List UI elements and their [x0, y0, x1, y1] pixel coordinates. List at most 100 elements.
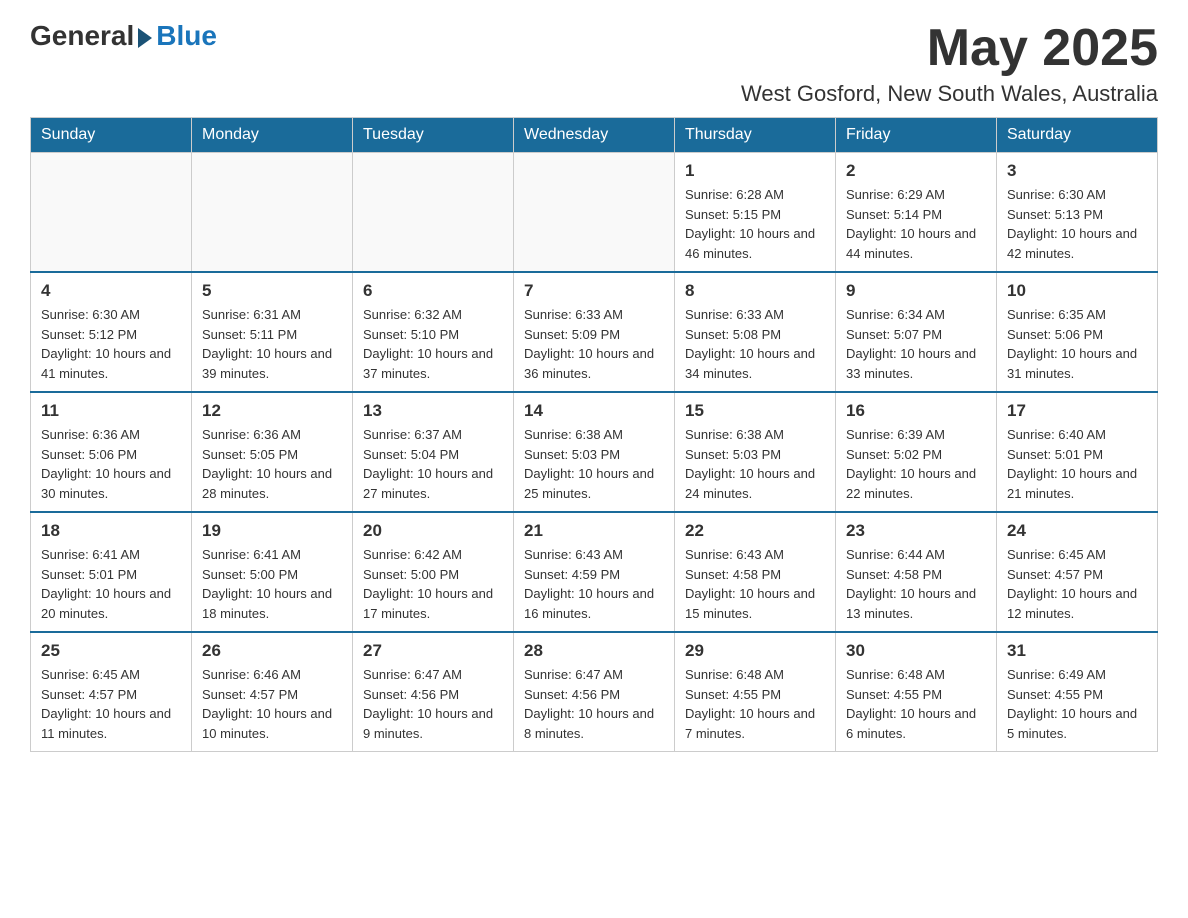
day-number: 10 — [1007, 281, 1147, 301]
day-number: 23 — [846, 521, 986, 541]
calendar-table: SundayMondayTuesdayWednesdayThursdayFrid… — [30, 117, 1158, 752]
day-number: 13 — [363, 401, 503, 421]
day-number: 26 — [202, 641, 342, 661]
calendar-week-row: 4 Sunrise: 6:30 AMSunset: 5:12 PMDaylight… — [31, 272, 1158, 392]
calendar-cell: 24Sunrise: 6:45 AMSunset: 4:57 PMDayligh… — [997, 512, 1158, 632]
title-section: May 2025 West Gosford, New South Wales, … — [741, 20, 1158, 107]
day-info: Sunrise: 6:48 AMSunset: 4:55 PMDaylight:… — [685, 665, 825, 743]
day-number: 21 — [524, 521, 664, 541]
day-number: 11 — [41, 401, 181, 421]
day-info: Sunrise: 6:39 AMSunset: 5:02 PMDaylight:… — [846, 425, 986, 503]
day-number: 27 — [363, 641, 503, 661]
calendar-cell: 25 Sunrise: 6:45 AMSunset: 4:57 PMDayligh… — [31, 632, 192, 752]
calendar-cell: 9 Sunrise: 6:34 AMSunset: 5:07 PMDaylight… — [836, 272, 997, 392]
calendar-week-row: 18 Sunrise: 6:41 AMSunset: 5:01 PMDayligh… — [31, 512, 1158, 632]
calendar-week-row: 25 Sunrise: 6:45 AMSunset: 4:57 PMDayligh… — [31, 632, 1158, 752]
day-number: 4 — [41, 281, 181, 301]
day-info: Sunrise: 6:38 AMSunset: 5:03 PMDaylight:… — [524, 425, 664, 503]
day-number: 29 — [685, 641, 825, 661]
calendar-cell: 10 Sunrise: 6:35 AMSunset: 5:06 PMDayligh… — [997, 272, 1158, 392]
day-number: 24 — [1007, 521, 1147, 541]
calendar-week-row: 11 Sunrise: 6:36 AMSunset: 5:06 PMDayligh… — [31, 392, 1158, 512]
calendar-cell: 14 Sunrise: 6:38 AMSunset: 5:03 PMDayligh… — [514, 392, 675, 512]
calendar-cell: 28Sunrise: 6:47 AMSunset: 4:56 PMDayligh… — [514, 632, 675, 752]
day-number: 31 — [1007, 641, 1147, 661]
calendar-cell: 21 Sunrise: 6:43 AMSunset: 4:59 PMDayligh… — [514, 512, 675, 632]
day-info: Sunrise: 6:44 AMSunset: 4:58 PMDaylight:… — [846, 545, 986, 623]
logo-arrow-icon — [138, 28, 152, 48]
day-number: 3 — [1007, 161, 1147, 181]
calendar-cell: 19Sunrise: 6:41 AMSunset: 5:00 PMDayligh… — [192, 512, 353, 632]
day-info: Sunrise: 6:32 AMSunset: 5:10 PMDaylight:… — [363, 305, 503, 383]
day-number: 22 — [685, 521, 825, 541]
day-number: 16 — [846, 401, 986, 421]
calendar-header-wednesday: Wednesday — [514, 118, 675, 153]
calendar-cell: 31Sunrise: 6:49 AMSunset: 4:55 PMDayligh… — [997, 632, 1158, 752]
day-number: 30 — [846, 641, 986, 661]
day-info: Sunrise: 6:36 AMSunset: 5:05 PMDaylight:… — [202, 425, 342, 503]
calendar-header-tuesday: Tuesday — [353, 118, 514, 153]
logo-general-text: General — [30, 20, 134, 52]
day-number: 1 — [685, 161, 825, 181]
day-info: Sunrise: 6:33 AMSunset: 5:09 PMDaylight:… — [524, 305, 664, 383]
calendar-cell: 5Sunrise: 6:31 AMSunset: 5:11 PMDaylight… — [192, 272, 353, 392]
calendar-header-row: SundayMondayTuesdayWednesdayThursdayFrid… — [31, 118, 1158, 153]
day-info: Sunrise: 6:41 AMSunset: 5:01 PMDaylight:… — [41, 545, 181, 623]
day-number: 15 — [685, 401, 825, 421]
calendar-header-friday: Friday — [836, 118, 997, 153]
day-number: 25 — [41, 641, 181, 661]
calendar-week-row: 1 Sunrise: 6:28 AMSunset: 5:15 PMDaylight… — [31, 153, 1158, 273]
calendar-cell: 27 Sunrise: 6:47 AMSunset: 4:56 PMDayligh… — [353, 632, 514, 752]
day-info: Sunrise: 6:35 AMSunset: 5:06 PMDaylight:… — [1007, 305, 1147, 383]
day-number: 17 — [1007, 401, 1147, 421]
day-info: Sunrise: 6:34 AMSunset: 5:07 PMDaylight:… — [846, 305, 986, 383]
day-info: Sunrise: 6:36 AMSunset: 5:06 PMDaylight:… — [41, 425, 181, 503]
day-number: 14 — [524, 401, 664, 421]
logo-blue-text: Blue — [156, 20, 217, 52]
page-header: General Blue May 2025 West Gosford, New … — [30, 20, 1158, 107]
day-info: Sunrise: 6:41 AMSunset: 5:00 PMDaylight:… — [202, 545, 342, 623]
calendar-cell: 8Sunrise: 6:33 AMSunset: 5:08 PMDaylight… — [675, 272, 836, 392]
location-title: West Gosford, New South Wales, Australia — [741, 81, 1158, 107]
day-info: Sunrise: 6:30 AMSunset: 5:13 PMDaylight:… — [1007, 185, 1147, 263]
day-number: 2 — [846, 161, 986, 181]
calendar-cell: 11 Sunrise: 6:36 AMSunset: 5:06 PMDayligh… — [31, 392, 192, 512]
calendar-cell: 18 Sunrise: 6:41 AMSunset: 5:01 PMDayligh… — [31, 512, 192, 632]
calendar-cell: 30 Sunrise: 6:48 AMSunset: 4:55 PMDayligh… — [836, 632, 997, 752]
calendar-cell — [514, 153, 675, 273]
day-info: Sunrise: 6:46 AMSunset: 4:57 PMDaylight:… — [202, 665, 342, 743]
calendar-cell: 22 Sunrise: 6:43 AMSunset: 4:58 PMDayligh… — [675, 512, 836, 632]
calendar-cell: 7 Sunrise: 6:33 AMSunset: 5:09 PMDaylight… — [514, 272, 675, 392]
calendar-cell: 16 Sunrise: 6:39 AMSunset: 5:02 PMDayligh… — [836, 392, 997, 512]
day-info: Sunrise: 6:43 AMSunset: 4:59 PMDaylight:… — [524, 545, 664, 623]
day-info: Sunrise: 6:28 AMSunset: 5:15 PMDaylight:… — [685, 185, 825, 263]
day-info: Sunrise: 6:29 AMSunset: 5:14 PMDaylight:… — [846, 185, 986, 263]
calendar-header-sunday: Sunday — [31, 118, 192, 153]
calendar-header-thursday: Thursday — [675, 118, 836, 153]
calendar-cell: 26 Sunrise: 6:46 AMSunset: 4:57 PMDayligh… — [192, 632, 353, 752]
day-number: 12 — [202, 401, 342, 421]
day-info: Sunrise: 6:40 AMSunset: 5:01 PMDaylight:… — [1007, 425, 1147, 503]
calendar-cell: 17 Sunrise: 6:40 AMSunset: 5:01 PMDayligh… — [997, 392, 1158, 512]
day-number: 18 — [41, 521, 181, 541]
day-info: Sunrise: 6:45 AMSunset: 4:57 PMDaylight:… — [41, 665, 181, 743]
day-info: Sunrise: 6:38 AMSunset: 5:03 PMDaylight:… — [685, 425, 825, 503]
day-info: Sunrise: 6:47 AMSunset: 4:56 PMDaylight:… — [363, 665, 503, 743]
day-number: 20 — [363, 521, 503, 541]
day-info: Sunrise: 6:33 AMSunset: 5:08 PMDaylight:… — [685, 305, 825, 383]
calendar-cell: 4 Sunrise: 6:30 AMSunset: 5:12 PMDaylight… — [31, 272, 192, 392]
calendar-cell — [31, 153, 192, 273]
month-title: May 2025 — [741, 20, 1158, 77]
day-info: Sunrise: 6:47 AMSunset: 4:56 PMDaylight:… — [524, 665, 664, 743]
day-number: 9 — [846, 281, 986, 301]
calendar-cell: 20Sunrise: 6:42 AMSunset: 5:00 PMDayligh… — [353, 512, 514, 632]
day-info: Sunrise: 6:37 AMSunset: 5:04 PMDaylight:… — [363, 425, 503, 503]
day-info: Sunrise: 6:30 AMSunset: 5:12 PMDaylight:… — [41, 305, 181, 383]
day-info: Sunrise: 6:43 AMSunset: 4:58 PMDaylight:… — [685, 545, 825, 623]
calendar-cell: 29 Sunrise: 6:48 AMSunset: 4:55 PMDayligh… — [675, 632, 836, 752]
calendar-cell: 15 Sunrise: 6:38 AMSunset: 5:03 PMDayligh… — [675, 392, 836, 512]
day-number: 7 — [524, 281, 664, 301]
calendar-cell — [353, 153, 514, 273]
day-info: Sunrise: 6:48 AMSunset: 4:55 PMDaylight:… — [846, 665, 986, 743]
calendar-cell: 13 Sunrise: 6:37 AMSunset: 5:04 PMDayligh… — [353, 392, 514, 512]
